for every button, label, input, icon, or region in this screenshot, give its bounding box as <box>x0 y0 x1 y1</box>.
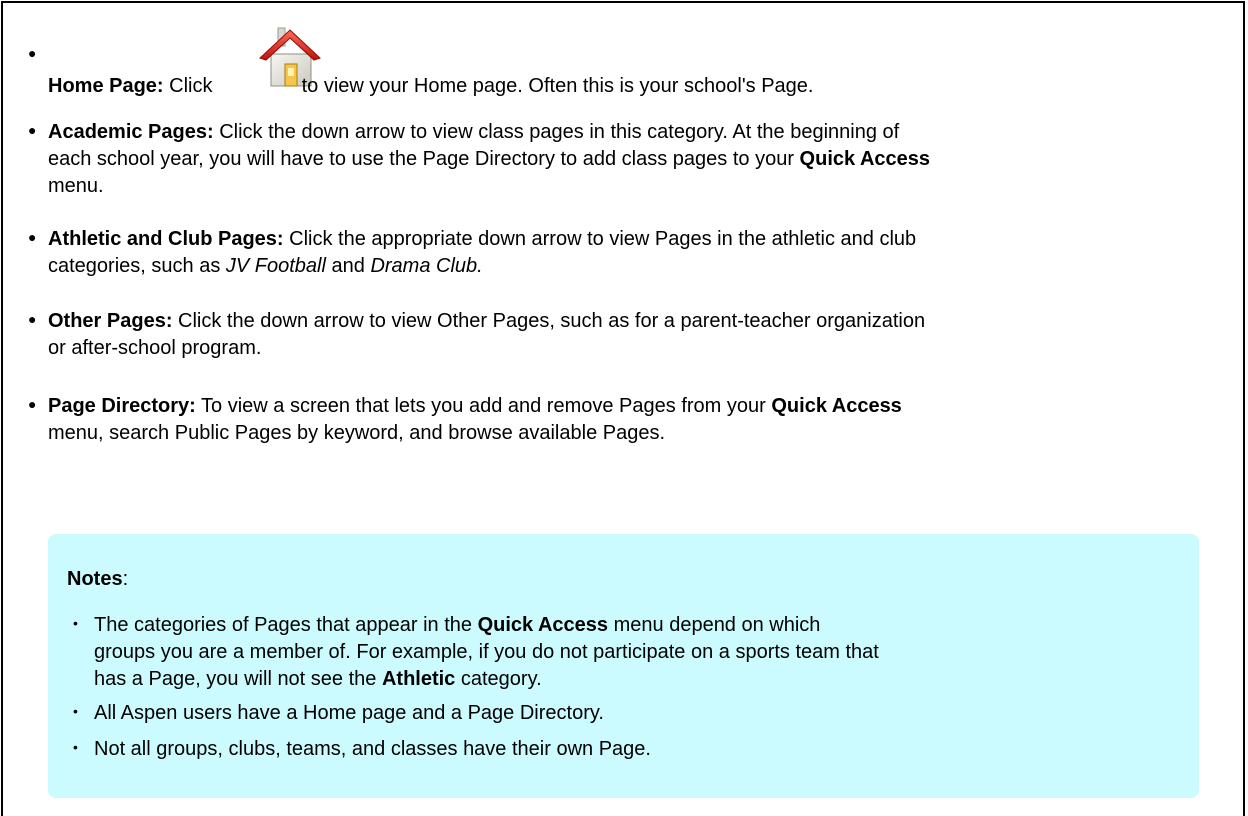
note-item: Not all groups, clubs, teams, and classe… <box>94 738 651 760</box>
note-item: The categories of Pages that appear in t… <box>94 614 879 690</box>
note-item: All Aspen users have a Home page and a P… <box>94 702 604 724</box>
bullet: ● <box>28 122 37 138</box>
bullet: ● <box>28 45 37 61</box>
athletic-club-pages-item: Athletic and Club Pages: Click the appro… <box>48 228 917 277</box>
bullet: • <box>73 739 78 755</box>
bullet: • <box>73 615 78 631</box>
bullet: • <box>73 703 78 719</box>
bullet: ● <box>28 396 37 412</box>
other-pages-item: Other Pages: Click the down arrow to vie… <box>48 310 926 359</box>
bullet: ● <box>28 229 37 245</box>
notes-title: Notes: <box>67 568 129 590</box>
home-page-item: Home Page: Click to view your Home page.… <box>48 75 814 97</box>
bullet: ● <box>28 311 37 327</box>
notes-box: Notes: • The categories of Pages that ap… <box>48 534 1199 798</box>
academic-pages-item: Academic Pages: Click the down arrow to … <box>48 121 930 197</box>
page-directory-item: Page Directory: To view a screen that le… <box>48 395 902 444</box>
